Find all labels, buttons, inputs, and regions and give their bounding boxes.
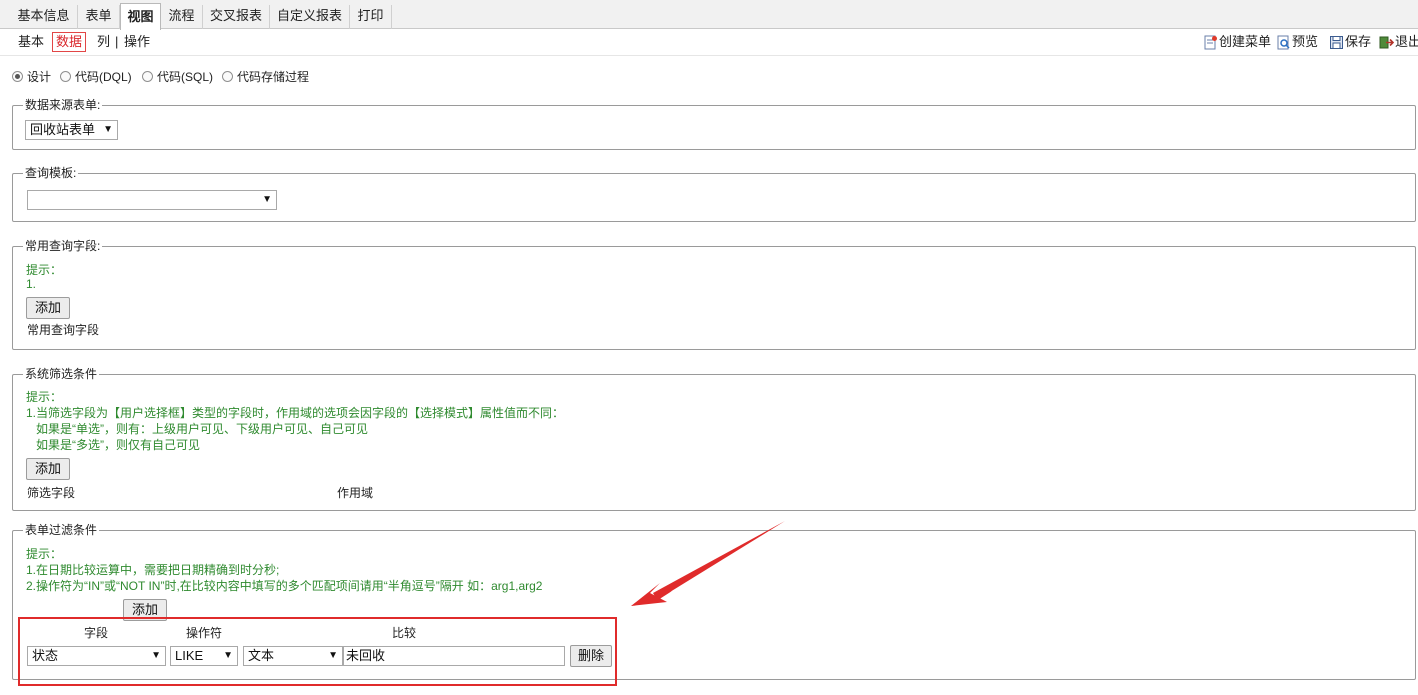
- annotation-arrow-icon: [631, 521, 785, 606]
